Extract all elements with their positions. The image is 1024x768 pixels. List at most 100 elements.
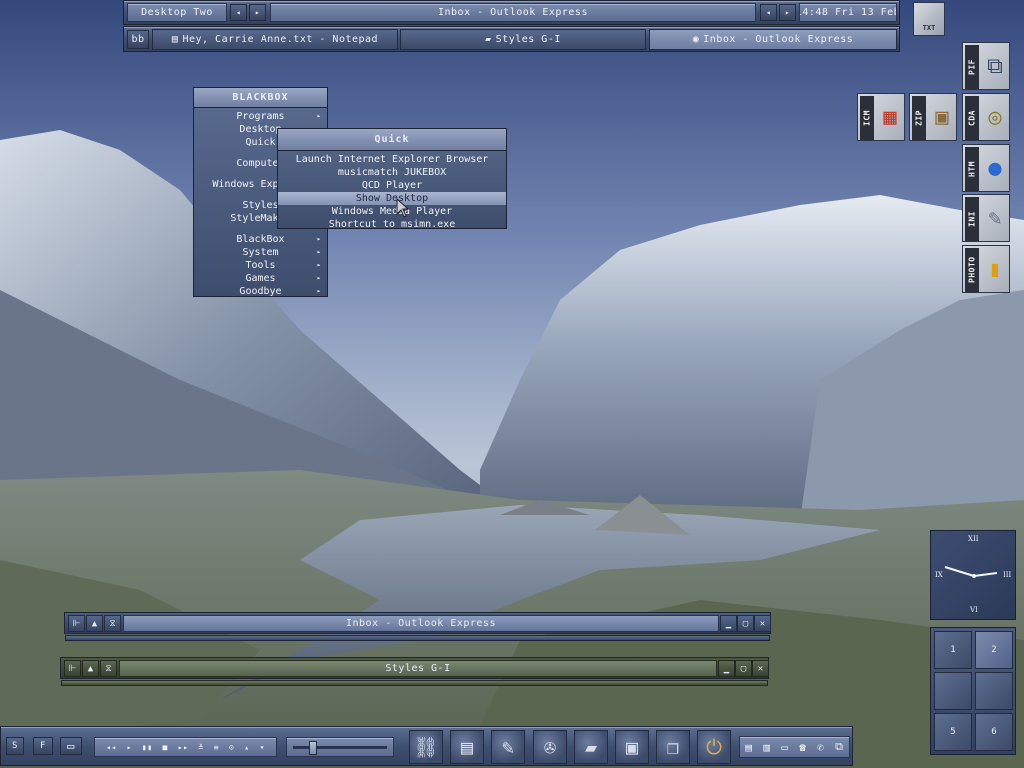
window-sticky-button[interactable]: ⧖ — [100, 660, 117, 677]
analog-clock: XII III VI IX — [930, 530, 1016, 620]
show-desktop-button[interactable]: ▭ — [60, 737, 82, 755]
window-outlook-footer — [65, 635, 770, 641]
folder-icon: ▰ — [485, 34, 492, 45]
htm-file-icon[interactable]: HTM ● — [962, 144, 1010, 192]
slit-f-button[interactable]: F — [33, 737, 53, 755]
bb-button[interactable]: bb — [127, 30, 149, 49]
taskbar: bb ▤ Hey, Carrie Anne.txt - Notepad ▰ St… — [123, 26, 900, 52]
media-pause-icon[interactable]: ▮▮ — [142, 743, 153, 752]
quick-item-launch-ie[interactable]: Launch Internet Explorer Browser — [278, 153, 506, 166]
window-styles-footer — [61, 680, 768, 686]
window-pin-button[interactable]: ⊩ — [68, 615, 85, 632]
tray-window-icon[interactable]: ▭ — [781, 741, 788, 754]
prev-workspace-button[interactable]: ◂ — [230, 4, 247, 21]
tray-tasks-icon[interactable]: ⧉ — [835, 740, 843, 754]
window-sticky-button[interactable]: ⧖ — [104, 615, 121, 632]
task-styles[interactable]: ▰ Styles G-I — [400, 29, 646, 50]
quick-item-show-desktop[interactable]: Show Desktop — [278, 192, 506, 205]
window-shade-button[interactable]: ▲ — [86, 615, 103, 632]
window-maximize-button[interactable]: ▢ — [735, 660, 752, 677]
outlook-icon: ◉ — [692, 34, 700, 45]
icm-file-icon[interactable]: ICM ▦ — [857, 93, 905, 141]
quick-item-msimn[interactable]: Shortcut to msimn.exe — [278, 218, 506, 231]
media-up-icon[interactable]: ▴ — [244, 743, 249, 752]
prev-window-button[interactable]: ◂ — [760, 4, 777, 21]
menu-item-games[interactable]: Games ▸ — [194, 272, 327, 285]
menu-item-programs[interactable]: Programs ▸ — [194, 110, 327, 123]
media-play-icon[interactable]: ▸ — [127, 743, 132, 752]
zip-file-icon[interactable]: ZIP ▣ — [909, 93, 957, 141]
media-options-icon[interactable]: ⊙ — [229, 743, 234, 752]
window-close-button[interactable]: ✕ — [754, 615, 771, 632]
quick-item-musicmatch[interactable]: musicmatch JUKEBOX — [278, 166, 506, 179]
text-file-label: TXT — [922, 24, 936, 32]
monitor-icon[interactable]: ▣ — [615, 730, 649, 764]
volume-knob[interactable] — [309, 741, 317, 755]
tray-display-icon[interactable]: ▥ — [763, 741, 770, 754]
mouse-cursor-icon — [396, 198, 410, 218]
chain-icon[interactable]: ⛓ — [409, 730, 443, 764]
next-workspace-button[interactable]: ▸ — [249, 4, 266, 21]
quick-item-qcd-player[interactable]: QCD Player — [278, 179, 506, 192]
tray-dialer-icon[interactable]: ✆ — [817, 741, 824, 754]
film-reel-icon[interactable]: ✇ — [533, 730, 567, 764]
window-styles-title[interactable]: Styles G-I — [119, 660, 717, 677]
next-window-button[interactable]: ▸ — [779, 4, 796, 21]
menu-item-blackbox[interactable]: BlackBox ▸ — [194, 233, 327, 246]
menu-item-tools[interactable]: Tools ▸ — [194, 259, 327, 272]
menu-item-system[interactable]: System ▸ — [194, 246, 327, 259]
task-notepad[interactable]: ▤ Hey, Carrie Anne.txt - Notepad — [152, 29, 398, 50]
current-window-label: Inbox - Outlook Express — [270, 3, 756, 22]
media-playlist-icon[interactable]: ≡ — [214, 743, 219, 752]
submenu-arrow-icon: ▸ — [316, 112, 321, 120]
submenu-arrow-icon: ▸ — [316, 287, 321, 295]
task-styles-label: Styles G-I — [495, 34, 561, 45]
window-styles-shaded[interactable]: ⊩ ▲ ⧖ Styles G-I ▁ ▢ ✕ — [60, 657, 769, 686]
pager-desktop-2[interactable]: 2 — [975, 631, 1013, 669]
pager-desktop-1[interactable]: 1 — [934, 631, 972, 669]
window-outlook-shaded[interactable]: ⊩ ▲ ⧖ Inbox - Outlook Express ▁ ▢ ✕ — [64, 612, 771, 641]
pager-desktop-4[interactable] — [975, 672, 1013, 710]
submenu-arrow-icon: ▸ — [316, 274, 321, 282]
window-minimize-button[interactable]: ▁ — [718, 660, 735, 677]
workspace-label[interactable]: Desktop Two — [127, 3, 227, 22]
photo-file-icon[interactable]: PHOTO ▮ — [962, 245, 1010, 293]
media-next-icon[interactable]: ▸▸ — [178, 743, 189, 752]
window-pin-button[interactable]: ⊩ — [64, 660, 81, 677]
pager-desktop-3[interactable] — [934, 672, 972, 710]
window-minimize-button[interactable]: ▁ — [720, 615, 737, 632]
pager-desktop-5[interactable]: 5 — [934, 713, 972, 751]
window-outlook-title[interactable]: Inbox - Outlook Express — [123, 615, 719, 632]
tools-icon[interactable]: ✎ — [491, 730, 525, 764]
media-prev-icon[interactable]: ◂◂ — [106, 743, 117, 752]
menu-item-goodbye[interactable]: Goodbye ▸ — [194, 285, 327, 298]
power-icon[interactable]: ⏻ — [697, 730, 731, 764]
text-file-icon[interactable]: TXT — [913, 2, 945, 36]
ini-file-icon[interactable]: INI ✎ — [962, 194, 1010, 242]
volume-slider[interactable] — [286, 737, 394, 757]
quick-item-media-player[interactable]: Windows Media Player — [278, 205, 506, 218]
cda-file-icon[interactable]: CDA ◎ — [962, 93, 1010, 141]
folder-icon[interactable]: ▰ — [574, 730, 608, 764]
task-outlook-label: Inbox - Outlook Express — [703, 34, 854, 45]
media-stop-icon[interactable]: ■ — [163, 743, 168, 752]
pif-file-icon[interactable]: PIF ⧉ — [962, 42, 1010, 90]
submenu-arrow-icon: ▸ — [316, 235, 321, 243]
drive-icon[interactable]: ▤ — [450, 730, 484, 764]
documents-icon[interactable]: ❐ — [656, 730, 690, 764]
window-maximize-button[interactable]: ▢ — [737, 615, 754, 632]
tray-phone-icon[interactable]: ☎ — [799, 741, 806, 754]
slit-s-button[interactable]: S — [6, 737, 24, 755]
root-menu-title: BLACKBOX — [194, 88, 327, 108]
notepad-icon: ▤ — [171, 34, 179, 45]
bottom-bar: S F ▭ ◂◂ ▸ ▮▮ ■ ▸▸ ≚ ≡ ⊙ ▴ ▾ ⛓ ▤ ✎ ✇ ▰ ▣… — [0, 726, 853, 766]
media-down-icon[interactable]: ▾ — [260, 743, 265, 752]
pager-desktop-6[interactable]: 6 — [975, 713, 1013, 751]
tray-network-icon[interactable]: ▤ — [745, 741, 752, 754]
task-outlook[interactable]: ◉ Inbox - Outlook Express — [649, 29, 897, 50]
top-toolbar: Desktop Two ◂ ▸ Inbox - Outlook Express … — [123, 0, 900, 25]
window-shade-button[interactable]: ▲ — [82, 660, 99, 677]
window-close-button[interactable]: ✕ — [752, 660, 769, 677]
media-eject-icon[interactable]: ≚ — [198, 743, 203, 752]
system-tray: ▤ ▥ ▭ ☎ ✆ ⧉ — [739, 736, 850, 758]
